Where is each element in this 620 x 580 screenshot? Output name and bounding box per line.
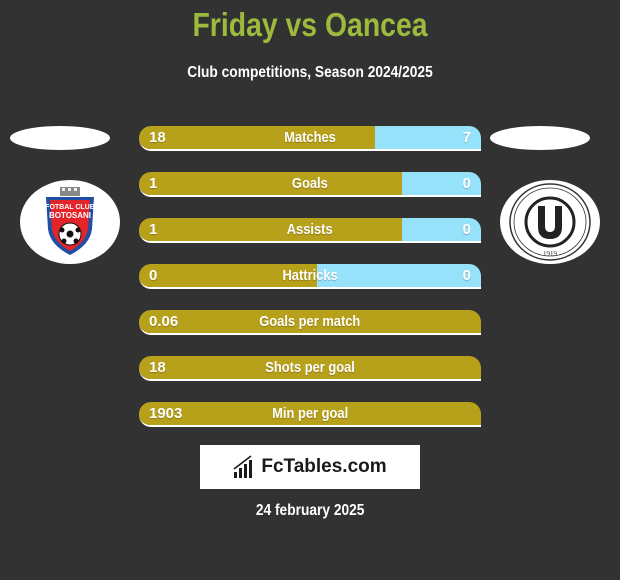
svg-text:BOTOSANI: BOTOSANI xyxy=(49,211,91,220)
left-value: 1 xyxy=(149,221,158,238)
stat-label: Shots per goal xyxy=(265,359,355,376)
page-title: Friday vs Oancea xyxy=(192,6,428,43)
right-team-logo[interactable]: 1919 xyxy=(500,180,600,264)
left-player-oval xyxy=(10,126,110,150)
left-value: 18 xyxy=(149,129,166,146)
stat-row-goals-per-match: Goals per match 0.06 xyxy=(139,310,481,335)
right-player-oval xyxy=(490,126,590,150)
fc-botosani-crest-icon: FOTBAL CLUB BOTOSANI xyxy=(45,187,95,255)
left-value: 18 xyxy=(149,359,166,376)
stat-label: Hattricks xyxy=(282,267,338,284)
stat-label: Assists xyxy=(287,221,333,238)
stat-label: Goals xyxy=(292,175,328,192)
left-value: 1 xyxy=(149,175,158,192)
left-value: 0 xyxy=(149,267,158,284)
stat-row-min-per-goal: Min per goal 1903 xyxy=(139,402,481,427)
stat-row-hattricks: Hattricks 0 0 xyxy=(139,264,481,289)
stat-label: Goals per match xyxy=(259,313,361,330)
bar-chart-icon xyxy=(233,455,253,478)
stat-label: Matches xyxy=(284,129,336,146)
fctables-brand[interactable]: FcTables.com xyxy=(200,445,420,489)
brand-text: FcTables.com xyxy=(261,456,387,477)
match-date: 24 february 2025 xyxy=(255,502,365,519)
left-value: 0.06 xyxy=(149,313,179,330)
left-team-logo[interactable]: FOTBAL CLUB BOTOSANI xyxy=(20,180,120,264)
right-value: 0 xyxy=(462,221,471,238)
right-value: 0 xyxy=(462,267,471,284)
right-value: 0 xyxy=(462,175,471,192)
stat-label: Min per goal xyxy=(272,405,348,422)
stat-row-assists: Assists 1 0 xyxy=(139,218,481,243)
svg-text:FOTBAL CLUB: FOTBAL CLUB xyxy=(45,204,95,211)
u-cluj-crest-icon: 1919 xyxy=(509,183,591,261)
svg-text:1919: 1919 xyxy=(543,250,558,258)
stat-row-goals: Goals 1 0 xyxy=(139,172,481,197)
right-value: 7 xyxy=(462,129,471,146)
stat-row-matches: Matches 18 7 xyxy=(139,126,481,151)
page-subtitle: Club competitions, Season 2024/2025 xyxy=(187,64,433,81)
stat-row-shots-per-goal: Shots per goal 18 xyxy=(139,356,481,381)
left-value: 1903 xyxy=(149,405,183,422)
